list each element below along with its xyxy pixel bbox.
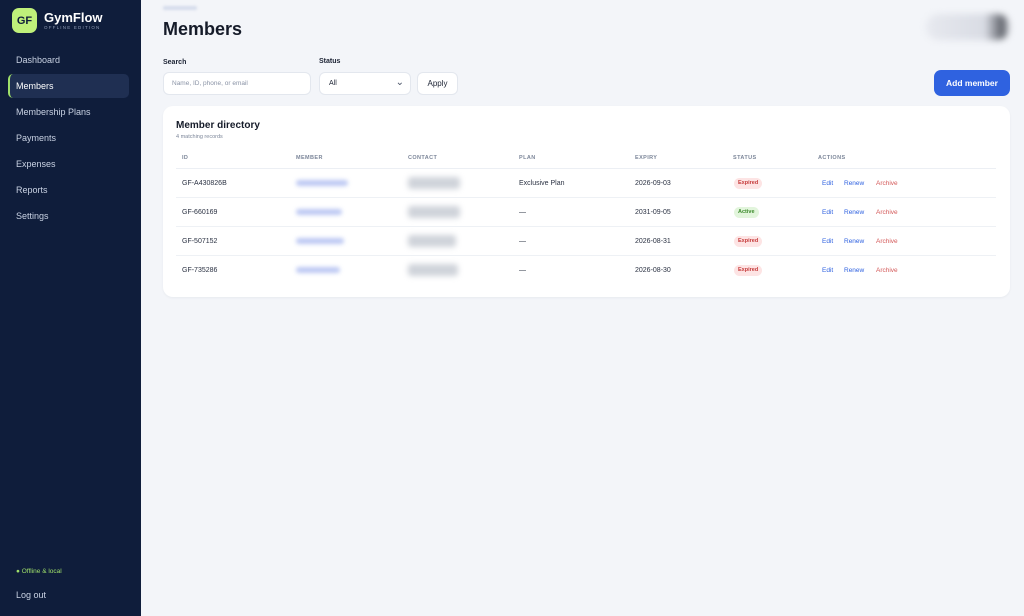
member-id: GF-507152 [182,238,218,245]
table-row: GF-735286 — 2026-08-30 Expired Edit Rene… [176,256,996,285]
search-label: Search [163,59,187,66]
table-row: GF-A430826B Exclusive Plan 2026-09-03 Ex… [176,169,996,198]
plan: Exclusive Plan [519,180,565,187]
edit-link[interactable]: Edit [822,198,833,227]
sidebar-item-reports[interactable]: Reports [8,178,129,202]
status-select-value: All [329,80,337,87]
logout-link[interactable]: Log out [16,590,46,600]
edit-link[interactable]: Edit [822,169,833,198]
sidebar-item-membership-plans[interactable]: Membership Plans [8,100,129,124]
status-select[interactable]: All ⌄ [319,72,411,95]
member-directory-card: Member directory 4 matching records ID M… [163,106,1010,297]
col-header-actions: ACTIONS [818,155,846,161]
sidebar-item-settings[interactable]: Settings [8,204,129,228]
member-name-redacted[interactable] [296,180,348,186]
renew-link[interactable]: Renew [844,169,864,198]
sidebar: GF GymFlow OFFLINE EDITION Dashboard Mem… [0,0,141,616]
expiry: 2026-09-03 [635,180,671,187]
brand: GF GymFlow OFFLINE EDITION [12,8,103,33]
archive-link[interactable]: Archive [876,198,898,227]
status-badge: Expired [734,178,763,189]
brand-name: GymFlow [44,9,103,25]
renew-link[interactable]: Renew [844,227,864,256]
expiry: 2026-08-31 [635,238,671,245]
contact-redacted [408,264,458,276]
member-id: GF-735286 [182,267,218,274]
chevron-down-icon: ⌄ [395,77,404,88]
table-row: GF-660169 — 2031-09-05 Active Edit Renew… [176,198,996,227]
col-header-contact: CONTACT [408,155,438,161]
sidebar-item-expenses[interactable]: Expenses [8,152,129,176]
offline-status: ● Offline & local [16,568,62,575]
page-title: Members [163,19,243,39]
col-header-id: ID [182,155,189,161]
table-row: GF-507152 — 2026-08-31 Expired Edit Rene… [176,227,996,256]
expiry: 2031-09-05 [635,209,671,216]
contact-redacted [408,177,460,189]
renew-link[interactable]: Renew [844,256,864,285]
edit-link[interactable]: Edit [822,256,833,285]
edit-link[interactable]: Edit [822,227,833,256]
contact-redacted [408,235,456,247]
member-id: GF-A430826B [182,180,227,187]
col-header-plan: PLAN [519,155,536,161]
plan: — [519,267,526,274]
col-header-expiry: EXPIRY [635,155,658,161]
card-title: Member directory [176,120,260,131]
record-count: 4 matching records [176,134,223,140]
status-label: Status [319,58,341,65]
sidebar-item-members[interactable]: Members [8,74,129,98]
sidebar-nav: Dashboard Members Membership Plans Payme… [8,48,129,230]
archive-link[interactable]: Archive [876,227,898,256]
brand-edition: OFFLINE EDITION [44,24,101,30]
member-name-redacted[interactable] [296,238,344,244]
sidebar-item-payments[interactable]: Payments [8,126,129,150]
status-badge: Expired [734,265,763,276]
archive-link[interactable]: Archive [876,256,898,285]
brand-text: GymFlow OFFLINE EDITION [44,9,103,31]
col-header-member: MEMBER [296,155,323,161]
member-name-redacted[interactable] [296,209,342,215]
user-menu-redacted[interactable] [926,14,1010,40]
member-id: GF-660169 [182,209,218,216]
renew-link[interactable]: Renew [844,198,864,227]
member-name-redacted[interactable] [296,267,340,273]
add-member-button[interactable]: Add member [934,70,1010,96]
archive-link[interactable]: Archive [876,169,898,198]
plan: — [519,209,526,216]
plan: — [519,238,526,245]
contact-redacted [408,206,460,218]
search-input[interactable] [163,72,311,95]
expiry: 2026-08-30 [635,267,671,274]
breadcrumb-redacted [163,6,197,10]
apply-button[interactable]: Apply [417,72,458,95]
sidebar-item-dashboard[interactable]: Dashboard [8,48,129,72]
col-header-status: STATUS [733,155,757,161]
status-badge: Expired [734,236,763,247]
logo: GF [12,8,37,33]
status-badge: Active [734,207,759,218]
